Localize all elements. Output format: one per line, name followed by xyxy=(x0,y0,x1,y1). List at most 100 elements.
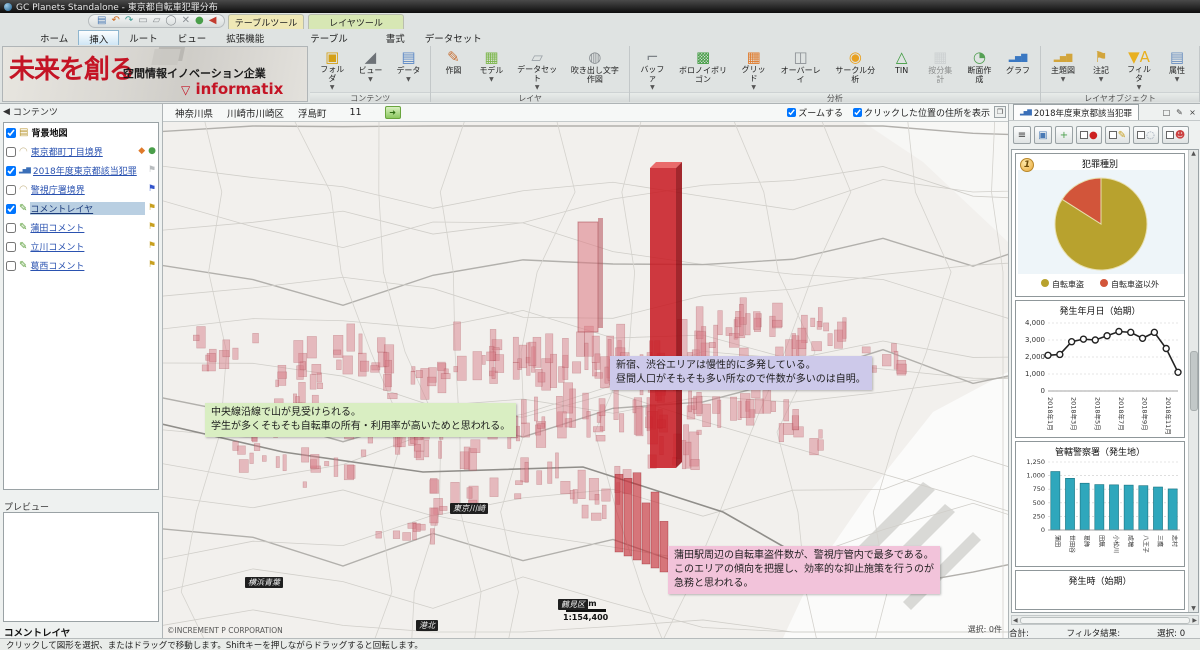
layer-item-立川コメント[interactable]: ✎立川コメント⚑ xyxy=(4,237,158,256)
作図-button[interactable]: ✎作図 xyxy=(435,47,471,91)
tab-挿入[interactable]: 挿入 xyxy=(78,30,119,45)
layer-label[interactable]: 立川コメント xyxy=(30,240,145,253)
float-icon[interactable]: □ xyxy=(1161,108,1172,117)
scroll-thumb[interactable] xyxy=(1190,351,1198,411)
select-point-toggle[interactable]: ● xyxy=(1076,126,1102,144)
layer-checkbox[interactable] xyxy=(6,242,16,252)
legend-item: 自転車盗以外 xyxy=(1100,279,1159,290)
kamata-note[interactable]: 蒲田駅周辺の自転車盗件数が、警視庁管内で最多である。このエリアの傾向を把握し、効… xyxy=(668,546,940,594)
データ-button[interactable]: ▤データ▼ xyxy=(390,47,426,91)
add-button[interactable]: + xyxy=(1055,126,1073,144)
layer-checkbox[interactable] xyxy=(6,166,16,176)
グリッド-button[interactable]: ▦グリッド▼ xyxy=(735,47,772,91)
layer-label[interactable]: 蒲田コメント xyxy=(30,221,145,234)
tab-データセット[interactable]: データセット xyxy=(415,30,492,45)
吹き出し文字作図-button[interactable]: ◍吹き出し文字作図 xyxy=(565,47,625,91)
layer-checkbox[interactable] xyxy=(6,147,16,157)
annotation-icon: ⚑ xyxy=(1094,49,1107,67)
window-button[interactable]: ▣ xyxy=(1034,126,1052,144)
menu-button[interactable]: ≡ xyxy=(1013,126,1031,144)
layer-item-葛西コメント[interactable]: ✎葛西コメント⚑ xyxy=(4,256,158,275)
vertical-scrollbar[interactable]: ▲ ▼ xyxy=(1188,150,1198,612)
close-icon[interactable]: × xyxy=(1187,108,1198,117)
option-checkbox[interactable] xyxy=(853,108,862,117)
モデル-button[interactable]: ▦モデル▼ xyxy=(473,47,509,91)
scroll-down-icon[interactable]: ▼ xyxy=(1191,605,1196,612)
redo-icon[interactable]: ↷ xyxy=(125,16,133,26)
layer-label[interactable]: コメントレイヤ xyxy=(30,202,145,215)
フォルダ-button[interactable]: ▣フォルダ▼ xyxy=(314,47,350,91)
bar-三鷹 xyxy=(1153,487,1162,530)
select-pen-toggle[interactable]: ✎ xyxy=(1105,126,1130,144)
layer-label[interactable]: 東京都町丁目境界 xyxy=(31,145,135,158)
layer-label[interactable]: 葛西コメント xyxy=(30,259,145,272)
chuo-line-note[interactable]: 中央線沿線で山が見受けられる。学生が多くそもそも自転車の所有・利用率が高いためと… xyxy=(205,403,516,437)
collapse-icon[interactable]: ◀ xyxy=(3,107,10,117)
map-option-0[interactable]: ズームする xyxy=(787,106,843,119)
select-user-toggle[interactable]: ☻ xyxy=(1162,126,1189,144)
map-canvas[interactable]: 4 km 1:154,400 ©INCREMENT P CORPORATION … xyxy=(163,122,1008,638)
crime-bar xyxy=(254,444,260,451)
scroll-thumb[interactable] xyxy=(1020,617,1191,624)
tab-テーブル[interactable]: テーブル xyxy=(300,30,357,45)
x-tick: 世田谷 xyxy=(1068,535,1076,553)
scroll-right-icon[interactable]: ▶ xyxy=(1192,617,1197,624)
data-panel-tab[interactable]: ▂▅▇ 2018年度東京都該当犯罪 xyxy=(1013,104,1139,120)
layer-item-警視庁署境界[interactable]: ◠警視庁署境界⚑ xyxy=(4,180,158,199)
layer-label[interactable]: 2018年度東京都該当犯罪 xyxy=(33,164,145,177)
layer-checkbox[interactable] xyxy=(6,128,16,138)
tab-ホーム[interactable]: ホーム xyxy=(30,30,78,45)
option-checkbox[interactable] xyxy=(787,108,796,117)
サークル分析-button[interactable]: ◉サークル分析 xyxy=(829,47,882,91)
map-popout-icon[interactable]: ❐ xyxy=(994,106,1006,118)
crime-bar xyxy=(713,397,720,414)
オーバーレイ-button[interactable]: ◫オーバーレイ xyxy=(774,47,827,91)
zoom-icon[interactable]: ✕ xyxy=(182,16,190,26)
注記-button[interactable]: ⚑注記▼ xyxy=(1083,47,1119,91)
layer-label[interactable]: 警視庁署境界 xyxy=(31,183,145,196)
データセット-button[interactable]: ▱データセット▼ xyxy=(511,47,562,91)
undo-icon[interactable]: ↶ xyxy=(111,16,119,26)
断面作成-button[interactable]: ◔断面作成 xyxy=(961,47,998,91)
tab-ビュー[interactable]: ビュー xyxy=(168,30,217,45)
tab-書式[interactable]: 書式 xyxy=(376,30,415,45)
layer-item-コメントレイヤ[interactable]: ✎コメントレイヤ⚑ xyxy=(4,199,158,218)
shinjuku-shibuya-note[interactable]: 新宿、渋谷エリアは慢性的に多発している。昼間人口がそもそも多い所なので件数が多い… xyxy=(610,356,872,390)
select-rect-icon[interactable]: ▭ xyxy=(138,16,147,26)
crime-bar xyxy=(487,352,496,361)
shape-icon[interactable]: ▱ xyxy=(153,16,161,26)
map-selection-count: 選択: 0件 xyxy=(968,624,1002,635)
save-icon[interactable]: ▤ xyxy=(97,16,106,26)
map-option-1[interactable]: クリックした位置の住所を表示 xyxy=(853,106,990,119)
layer-item-蒲田コメント[interactable]: ✎蒲田コメント⚑ xyxy=(4,218,158,237)
tab-拡張機能[interactable]: 拡張機能 xyxy=(216,30,274,45)
グラフ-button[interactable]: ▂▅▇グラフ xyxy=(1000,47,1036,91)
layer-item-背景地図[interactable]: ▤背景地図 xyxy=(4,123,158,142)
scroll-left-icon[interactable]: ◀ xyxy=(1013,617,1018,624)
application-window: GC Planets Standalone - 東京都自転車犯罪分布 ▤↶↷▭▱… xyxy=(0,0,1200,650)
フィルタ-button[interactable]: ▼Aフィルタ▼ xyxy=(1121,47,1157,91)
layer-checkbox[interactable] xyxy=(6,261,16,271)
layer-checkbox[interactable] xyxy=(6,204,16,214)
pin-icon[interactable]: ✎ xyxy=(1174,108,1185,117)
バッファ-button[interactable]: ⌐バッファ▼ xyxy=(634,47,671,91)
属性-button[interactable]: ▤属性▼ xyxy=(1159,47,1195,91)
ビュー-button[interactable]: ◢ビュー▼ xyxy=(352,47,388,91)
preview-box xyxy=(3,512,159,622)
layer-item-東京都町丁目境界[interactable]: ◠東京都町丁目境界◆● xyxy=(4,142,158,161)
layer-item-2018年度東京都該当犯罪[interactable]: ▂▅▇2018年度東京都該当犯罪⚑ xyxy=(4,161,158,180)
主題図-button[interactable]: ▂▅▇主題図▼ xyxy=(1045,47,1081,91)
layer-checkbox[interactable] xyxy=(6,223,16,233)
TIN-button[interactable]: △TIN xyxy=(884,47,920,91)
layer-checkbox[interactable] xyxy=(6,185,16,195)
layer-label[interactable]: 背景地図 xyxy=(31,126,156,139)
ellipse-icon[interactable]: ◯ xyxy=(165,16,176,26)
sound-icon[interactable]: ◀ xyxy=(209,16,217,26)
address-go-button[interactable]: ➜ xyxy=(385,106,401,119)
ボロノイポリゴン-button[interactable]: ▩ボロノイポリゴン xyxy=(673,47,733,91)
horizontal-scrollbar[interactable]: ◀ ▶ xyxy=(1011,615,1199,625)
globe-icon[interactable]: ● xyxy=(195,16,204,26)
select-lasso-toggle[interactable]: ◌ xyxy=(1133,126,1159,144)
tab-ルート[interactable]: ルート xyxy=(119,30,168,45)
scroll-up-icon[interactable]: ▲ xyxy=(1191,150,1196,157)
